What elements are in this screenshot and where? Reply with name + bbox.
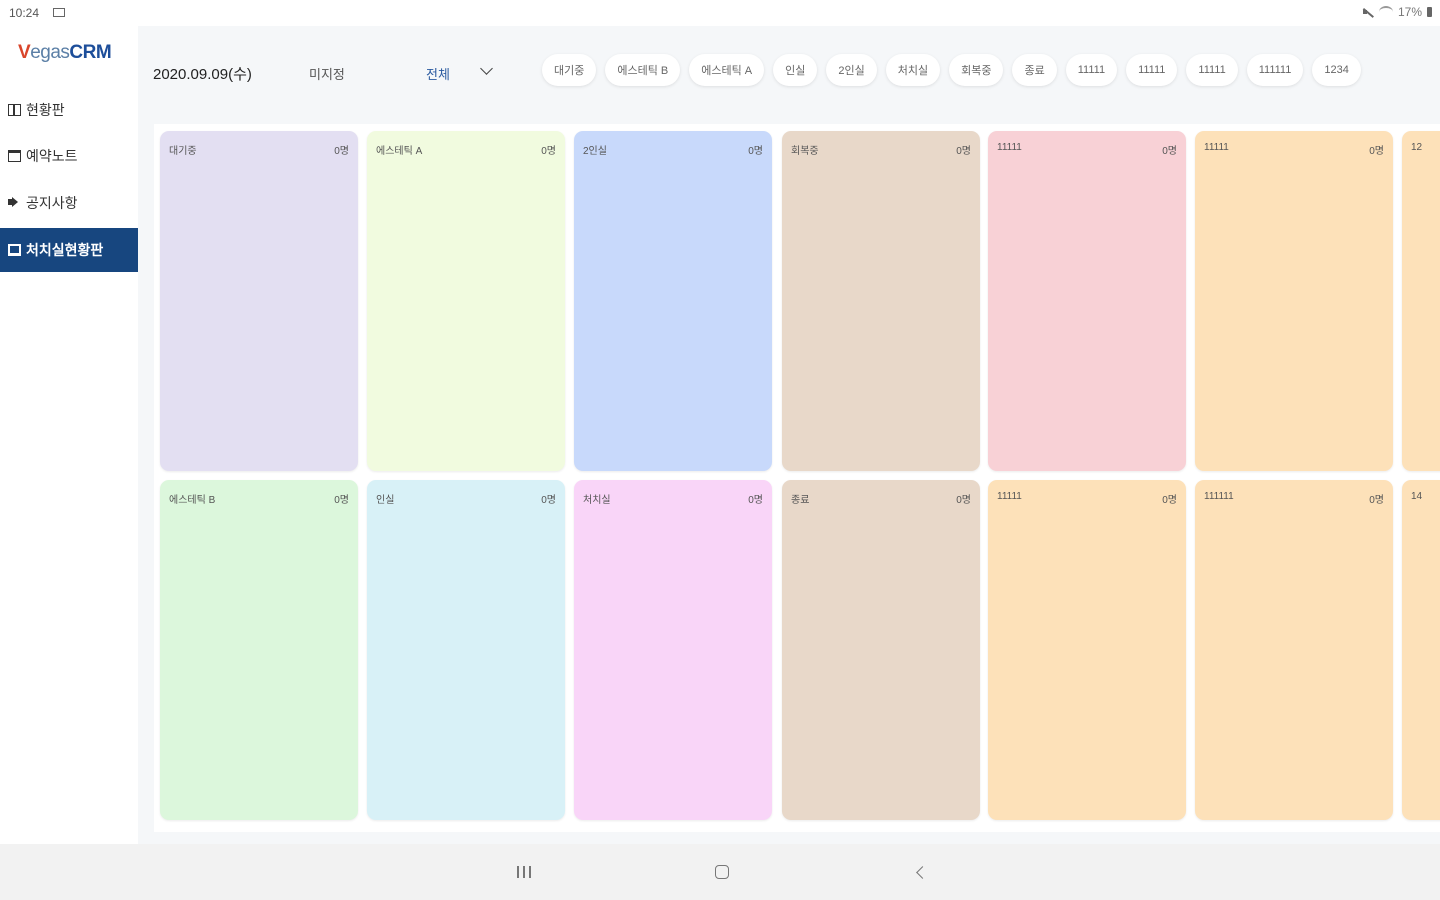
room-count: 0명 (541, 146, 556, 157)
room-chip[interactable]: 11111 (1065, 54, 1118, 86)
vegascrm-logo[interactable]: VegasCRM (18, 42, 112, 64)
room-card[interactable]: 11111 0명 (1195, 131, 1393, 471)
status-bar: 10:24 17% (0, 0, 1440, 26)
room-count: 0명 (1369, 495, 1384, 506)
status-time: 10:24 (9, 6, 40, 20)
sidebar-item-dashboard[interactable]: 현황판 (0, 88, 138, 132)
room-chip[interactable]: 111111 (1246, 54, 1304, 86)
room-chip[interactable]: 1234 (1312, 54, 1361, 86)
main-content: 2020.09.09(수) 미지정 전체 대기중 에스테틱 B 에스테틱 A 인… (138, 26, 1440, 844)
room-name: 11111 (997, 491, 1022, 502)
room-chip[interactable]: 회복중 (949, 54, 1004, 86)
sidebar-item-label: 현황판 (26, 102, 65, 118)
room-name: 에스테틱 A (376, 146, 423, 157)
room-name: 2인실 (583, 146, 607, 157)
room-card[interactable]: 12 (1402, 131, 1440, 471)
room-count: 0명 (1162, 146, 1177, 157)
sidebar: VegasCRM 현황판 예약노트 공지사항 처치실현황판 (0, 26, 138, 844)
room-card[interactable]: 에스테틱 B 0명 (160, 480, 358, 820)
room-chip-bar: 대기중 에스테틱 B 에스테틱 A 인실 2인실 처치실 회복중 종료 1111… (542, 54, 1361, 86)
room-count: 0명 (748, 495, 763, 506)
room-card[interactable]: 111111 0명 (1195, 480, 1393, 820)
room-count: 0명 (748, 146, 763, 157)
room-card[interactable]: 11111 0명 (988, 131, 1186, 471)
room-count: 0명 (1162, 495, 1177, 506)
room-card[interactable]: 인실 0명 (367, 480, 565, 820)
sidebar-item-treatment-room-board[interactable]: 처치실현황판 (0, 228, 138, 272)
mute-icon (1362, 7, 1374, 17)
sidebar-item-label: 처치실현황판 (26, 242, 104, 258)
room-card[interactable]: 회복중 0명 (782, 131, 980, 471)
system-navigation-bar (0, 844, 1440, 900)
room-name: 11111 (997, 142, 1022, 153)
room-count: 0명 (1369, 146, 1384, 157)
room-name: 에스테틱 B (169, 495, 216, 506)
room-name: 14 (1411, 491, 1423, 502)
room-count: 0명 (541, 495, 556, 506)
image-notification-icon (53, 8, 65, 17)
room-chip[interactable]: 인실 (773, 54, 818, 86)
room-chip[interactable]: 에스테틱 A (689, 54, 765, 86)
room-chip[interactable]: 11111 (1186, 54, 1238, 86)
room-name: 처치실 (583, 495, 611, 506)
room-card[interactable]: 2인실 0명 (574, 131, 772, 471)
back-icon[interactable] (916, 866, 929, 879)
room-count: 0명 (334, 495, 349, 506)
room-card[interactable]: 11111 0명 (988, 480, 1186, 820)
room-board: 대기중 0명 에스테틱 A 0명 2인실 0명 회복중 0명 11111 0명 … (154, 124, 1440, 832)
room-count: 0명 (334, 146, 349, 157)
battery-percent: 17% (1397, 5, 1422, 19)
room-count: 0명 (956, 146, 971, 157)
room-chip[interactable]: 처치실 (885, 54, 941, 86)
room-name: 종료 (791, 495, 810, 506)
status-filter-select[interactable]: 전체 (426, 64, 450, 83)
sidebar-item-label: 예약노트 (26, 148, 78, 164)
board-icon (8, 104, 21, 116)
room-chip[interactable]: 2인실 (826, 54, 877, 86)
sidebar-item-notice[interactable]: 공지사항 (0, 181, 138, 225)
room-chip[interactable]: 종료 (1012, 54, 1057, 86)
calendar-icon (8, 150, 21, 162)
room-chip[interactable]: 에스테틱 B (605, 54, 681, 86)
chevron-down-icon[interactable] (480, 62, 493, 75)
room-card[interactable]: 종료 0명 (782, 480, 980, 820)
room-name: 회복중 (791, 146, 819, 157)
room-chip[interactable]: 대기중 (542, 54, 597, 86)
room-chip[interactable]: 11111 (1126, 54, 1178, 86)
room-name: 대기중 (169, 146, 197, 157)
wifi-icon (1378, 6, 1393, 18)
recent-apps-icon[interactable] (517, 866, 531, 878)
room-card[interactable]: 에스테틱 A 0명 (367, 131, 565, 471)
room-name: 인실 (376, 495, 395, 506)
unassigned-filter[interactable]: 미지정 (309, 64, 345, 83)
room-card[interactable]: 처치실 0명 (574, 480, 772, 820)
room-card[interactable]: 14 (1402, 480, 1440, 820)
room-name: 11111 (1204, 142, 1229, 153)
monitor-icon (8, 244, 21, 256)
current-date[interactable]: 2020.09.09(수) (153, 63, 252, 84)
status-indicators: 17% (1362, 5, 1432, 19)
room-name: 111111 (1204, 491, 1234, 502)
speaker-icon (8, 197, 21, 209)
home-icon[interactable] (715, 865, 729, 879)
room-count: 0명 (956, 495, 971, 506)
room-name: 12 (1411, 142, 1423, 153)
sidebar-item-label: 공지사항 (26, 195, 78, 211)
sidebar-item-reservation-note[interactable]: 예약노트 (0, 134, 138, 178)
battery-icon (1427, 7, 1432, 17)
room-card[interactable]: 대기중 0명 (160, 131, 358, 471)
